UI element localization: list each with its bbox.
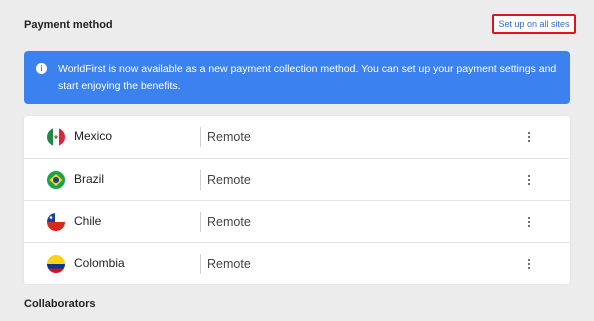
status-text: Remote [207,215,251,229]
row-divider [200,127,201,147]
payment-method-title: Payment method [24,19,113,31]
country-list: Mexico Remote Brazil Remote Chile Remote… [24,116,570,284]
banner-text: WorldFirst is now available as a new pay… [58,63,557,92]
country-name: Colombia [74,256,125,270]
country-row-mexico: Mexico Remote [24,116,570,158]
mexico-flag-icon [47,128,65,146]
country-name: Mexico [74,129,113,143]
country-name: Chile [74,214,102,228]
collaborators-title: Collaborators [24,298,96,310]
more-options-icon[interactable] [524,254,534,274]
country-row-brazil: Brazil Remote [24,158,570,200]
brazil-flag-icon [47,171,65,189]
more-options-icon[interactable] [524,127,534,147]
more-options-icon[interactable] [524,170,534,190]
colombia-flag-icon [47,255,65,273]
set-up-on-all-sites-button[interactable]: Set up on all sites [492,14,576,34]
status-text: Remote [207,173,251,187]
row-divider [200,170,201,190]
more-options-icon[interactable] [524,212,534,232]
row-divider [200,212,201,232]
country-row-chile: Chile Remote [24,200,570,242]
country-row-colombia: Colombia Remote [24,242,570,284]
info-icon: i [36,63,47,74]
row-divider [200,254,201,274]
status-text: Remote [207,130,251,144]
chile-flag-icon [47,213,65,231]
country-name: Brazil [74,172,105,186]
info-banner: i WorldFirst is now available as a new p… [24,51,570,104]
status-text: Remote [207,257,251,271]
